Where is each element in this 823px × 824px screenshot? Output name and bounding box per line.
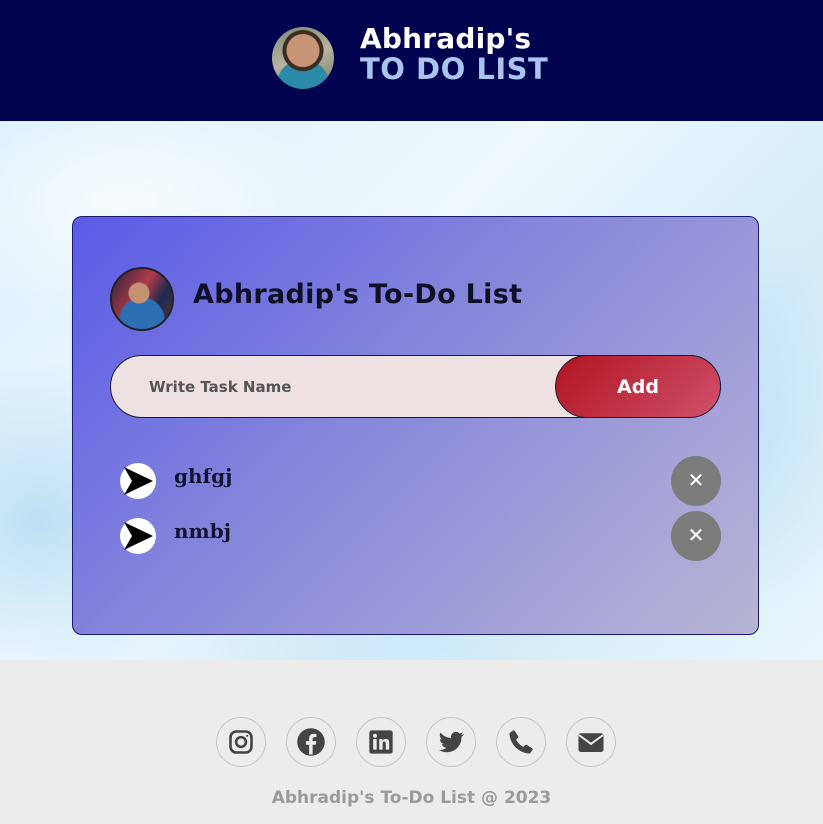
add-button[interactable]: Add [555, 355, 721, 418]
social-links [216, 717, 616, 767]
play-arrow-icon[interactable] [120, 518, 156, 554]
delete-button[interactable]: ✕ [671, 511, 721, 561]
twitter-icon[interactable] [426, 717, 476, 767]
card-avatar [110, 267, 174, 331]
linkedin-icon[interactable] [356, 717, 406, 767]
instagram-icon[interactable] [216, 717, 266, 767]
copyright-text: Abhradip's To-Do List @ 2023 [271, 788, 552, 808]
todo-card: Abhradip's To-Do List Add ghfgj ✕ nmbj ✕ [72, 216, 759, 635]
phone-icon[interactable] [496, 717, 546, 767]
task-entry-row: Add [110, 355, 721, 418]
header-avatar [272, 27, 334, 89]
task-text: ghfgj [174, 464, 233, 488]
task-item[interactable]: ghfgj ✕ [120, 456, 721, 506]
task-item[interactable]: nmbj ✕ [120, 511, 721, 561]
task-input[interactable] [149, 376, 529, 398]
task-text: nmbj [174, 519, 231, 543]
site-title: Abhradip's TO DO LIST [360, 22, 549, 86]
card-title: Abhradip's To-Do List [193, 279, 523, 310]
site-header: Abhradip's TO DO LIST [0, 0, 823, 121]
play-arrow-icon[interactable] [120, 463, 156, 499]
site-title-subtitle: TO DO LIST [360, 52, 549, 86]
delete-button[interactable]: ✕ [671, 456, 721, 506]
site-title-name: Abhradip's [360, 22, 532, 55]
facebook-icon[interactable] [286, 717, 336, 767]
email-icon[interactable] [566, 717, 616, 767]
